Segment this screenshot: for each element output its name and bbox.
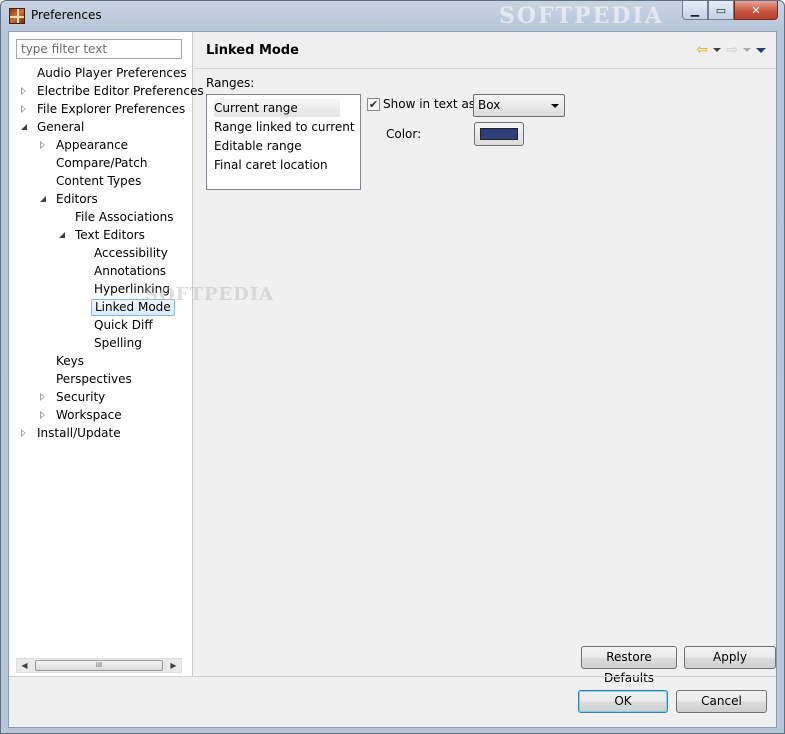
tree-item-label: Quick Diff [94, 318, 153, 332]
forward-arrow-icon[interactable]: ⇨ [724, 42, 740, 58]
tree-item[interactable]: Text Editors [9, 227, 193, 244]
button-bar-separator [9, 676, 776, 677]
scroll-thumb[interactable]: III [35, 660, 163, 671]
tree-item-label: Workspace [56, 408, 122, 422]
tree-item-label: File Associations [75, 210, 174, 224]
collapse-arrow-icon[interactable] [21, 105, 29, 114]
tree-item[interactable]: Quick Diff [9, 317, 193, 334]
tree-item[interactable]: Content Types [9, 173, 193, 190]
range-item-editable[interactable]: Editable range [214, 137, 302, 155]
tree-item-label: Spelling [94, 336, 142, 350]
minimize-button[interactable]: ▁ [682, 1, 708, 20]
collapse-arrow-icon[interactable] [21, 429, 29, 438]
tree-item[interactable]: Electribe Editor Preferences [9, 83, 204, 100]
maximize-button[interactable]: ▭ [708, 1, 734, 20]
tree-item[interactable]: Workspace [9, 407, 193, 424]
tree-item[interactable]: Appearance [9, 137, 193, 154]
ranges-list[interactable]: Current range Range linked to current Ed… [206, 94, 361, 190]
window-controls: ▁ ▭ ✕ [682, 1, 778, 21]
title-separator [194, 68, 776, 69]
tree-item[interactable]: Keys [9, 353, 193, 370]
page-navigation: ⇦ ⇨ [694, 42, 768, 58]
tree-item-label: Perspectives [56, 372, 132, 386]
ranges-label: Ranges: [206, 76, 255, 90]
close-icon: ✕ [751, 3, 761, 17]
view-menu-icon[interactable] [754, 42, 768, 58]
tree-item-label: Accessibility [94, 246, 168, 260]
dialog-client-area: Audio Player Preferences Electribe Editor… [8, 31, 777, 728]
title-bar[interactable]: Preferences SOFTPEDIA ▁ ▭ ✕ [1, 1, 784, 31]
filter-input[interactable] [16, 39, 182, 59]
show-in-text-select[interactable]: Box [473, 94, 565, 117]
window-title: Preferences [31, 8, 102, 22]
tree-item-label: Editors [56, 192, 98, 206]
preference-page: Linked Mode ⇦ ⇨ Ranges: Current range Ra… [194, 32, 776, 685]
tree-item-label: Security [56, 390, 106, 404]
page-title: Linked Mode [206, 43, 299, 58]
tree-item-label: Annotations [94, 264, 167, 278]
tree-item-label: Compare/Patch [56, 156, 148, 170]
expand-arrow-icon[interactable] [40, 196, 48, 204]
tree-item-label: Keys [56, 354, 85, 368]
ok-button[interactable]: OK [578, 690, 668, 713]
tree-item[interactable]: Annotations [9, 263, 193, 280]
back-history-dropdown-icon[interactable] [712, 42, 722, 58]
show-in-text-label: Show in text as: [383, 97, 480, 111]
tree-item[interactable]: Audio Player Preferences [9, 65, 193, 82]
tree-item-label: Install/Update [37, 426, 121, 440]
range-item-current[interactable]: Current range [214, 99, 340, 117]
preferences-window: Preferences SOFTPEDIA ▁ ▭ ✕ Audio Player… [0, 0, 785, 734]
collapse-arrow-icon[interactable] [40, 411, 48, 420]
collapse-arrow-icon[interactable] [21, 87, 29, 96]
color-picker-button[interactable] [474, 122, 524, 146]
horizontal-scrollbar[interactable]: ◀ III ▶ [16, 658, 182, 673]
tree-item[interactable]: Install/Update [9, 425, 193, 442]
cancel-button[interactable]: Cancel [676, 690, 767, 713]
show-in-text-value: Box [478, 98, 501, 112]
tree-item[interactable]: Compare/Patch [9, 155, 193, 172]
app-icon [9, 8, 25, 24]
tree-item[interactable]: Perspectives [9, 371, 193, 388]
color-label: Color: [386, 127, 422, 141]
scroll-left-icon[interactable]: ◀ [17, 659, 32, 672]
scroll-right-icon[interactable]: ▶ [166, 659, 181, 672]
tree-item[interactable]: Security [9, 389, 193, 406]
tree-item-label: File Explorer Preferences [37, 102, 186, 116]
tree-item[interactable]: Editors [9, 191, 193, 208]
show-in-text-checkbox[interactable]: ✔ [367, 98, 380, 111]
scroll-thumb-grip: III [95, 661, 103, 669]
tree-item-label: Electribe Editor Preferences [37, 84, 204, 98]
tree-item-label: Content Types [56, 174, 142, 188]
preference-tree-pane: Audio Player Preferences Electribe Editor… [9, 32, 204, 676]
chevron-down-icon [551, 104, 559, 108]
tree-item-label: General [37, 120, 85, 134]
tree-item[interactable]: File Explorer Preferences [9, 101, 193, 118]
tree-item[interactable]: Accessibility [9, 245, 193, 262]
range-item-linked[interactable]: Range linked to current [214, 118, 355, 136]
checkmark-icon: ✔ [368, 98, 379, 111]
watermark: SOFTPEDIA [499, 3, 664, 29]
range-item-final-caret[interactable]: Final caret location [214, 156, 328, 174]
color-swatch [480, 128, 518, 140]
close-button[interactable]: ✕ [734, 1, 778, 20]
expand-arrow-icon[interactable] [21, 124, 29, 132]
expand-arrow-icon[interactable] [59, 232, 67, 240]
forward-history-dropdown-icon[interactable] [742, 42, 752, 58]
collapse-arrow-icon[interactable] [40, 141, 48, 150]
apply-button[interactable]: Apply [684, 646, 776, 669]
tree-item[interactable]: Spelling [9, 335, 193, 352]
minimize-icon: ▁ [690, 3, 700, 17]
maximize-icon: ▭ [715, 3, 727, 17]
tree-item-label: Appearance [56, 138, 129, 152]
tree-item-label: Audio Player Preferences [37, 66, 187, 80]
tree-item[interactable]: General [9, 119, 193, 136]
back-arrow-icon[interactable]: ⇦ [694, 42, 710, 58]
tree-item-label: Text Editors [75, 228, 145, 242]
collapse-arrow-icon[interactable] [40, 393, 48, 402]
restore-defaults-button[interactable]: Restore Defaults [581, 646, 677, 685]
tree-item[interactable]: File Associations [9, 209, 193, 226]
